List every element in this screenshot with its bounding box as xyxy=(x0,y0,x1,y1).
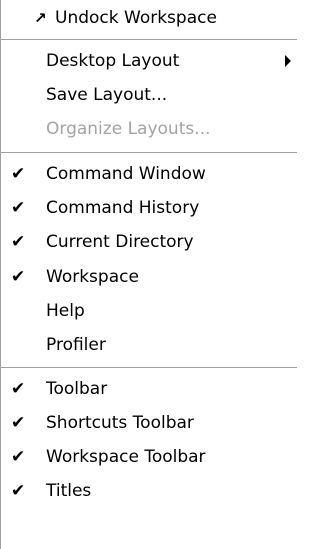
checkmark-icon: ✔ xyxy=(11,232,26,252)
menu-item-label: Command Window xyxy=(46,164,206,184)
undock-arrow-icon: ↗ xyxy=(34,9,47,27)
menu-item-workspace[interactable]: ✔ Workspace xyxy=(1,260,297,294)
menu-item-label: Workspace xyxy=(46,267,139,287)
menu-item-label: Undock Workspace xyxy=(55,8,217,28)
menu-separator xyxy=(1,152,297,154)
view-menu: ↗ Undock Workspace Desktop Layout Save L… xyxy=(0,0,297,549)
menu-item-save-layout[interactable]: Save Layout... xyxy=(1,78,297,112)
menu-item-shortcuts-toolbar[interactable]: ✔ Shortcuts Toolbar xyxy=(1,406,297,440)
menu-item-label: Profiler xyxy=(46,335,106,355)
menu-item-organize-layouts: Organize Layouts... xyxy=(1,112,297,146)
menu-item-titles[interactable]: ✔ Titles xyxy=(1,474,297,508)
menu-item-label: Command History xyxy=(46,198,200,218)
menu-separator xyxy=(1,367,297,369)
checkmark-icon: ✔ xyxy=(11,481,26,501)
menu-item-label: Current Directory xyxy=(46,232,194,252)
checkmark-icon: ✔ xyxy=(11,198,26,218)
checkmark-icon: ✔ xyxy=(11,379,26,399)
submenu-arrow-icon xyxy=(285,55,291,67)
checkmark-icon: ✔ xyxy=(11,447,26,467)
menu-item-label: Help xyxy=(46,301,85,321)
menu-item-profiler[interactable]: Profiler xyxy=(1,328,297,362)
menu-item-label: Organize Layouts... xyxy=(46,119,211,139)
menu-item-desktop-layout[interactable]: Desktop Layout xyxy=(1,44,297,78)
menu-item-label: Desktop Layout xyxy=(46,51,180,71)
menu-item-current-directory[interactable]: ✔ Current Directory xyxy=(1,225,297,259)
menu-item-label: Shortcuts Toolbar xyxy=(46,413,194,433)
checkmark-icon: ✔ xyxy=(11,164,26,184)
checkmark-icon: ✔ xyxy=(11,267,26,287)
menu-item-label: Workspace Toolbar xyxy=(46,447,206,467)
menu-item-command-window[interactable]: ✔ Command Window xyxy=(1,157,297,191)
menu-item-help[interactable]: Help xyxy=(1,294,297,328)
menu-item-label: Titles xyxy=(46,481,92,501)
menu-item-command-history[interactable]: ✔ Command History xyxy=(1,191,297,225)
menu-item-label: Save Layout... xyxy=(46,85,168,105)
checkmark-icon: ✔ xyxy=(11,413,26,433)
menu-separator xyxy=(1,39,297,41)
menu-item-undock-workspace[interactable]: ↗ Undock Workspace xyxy=(1,1,297,35)
menu-item-toolbar[interactable]: ✔ Toolbar xyxy=(1,372,297,406)
menu-item-label: Toolbar xyxy=(46,379,108,399)
menu-item-workspace-toolbar[interactable]: ✔ Workspace Toolbar xyxy=(1,440,297,474)
